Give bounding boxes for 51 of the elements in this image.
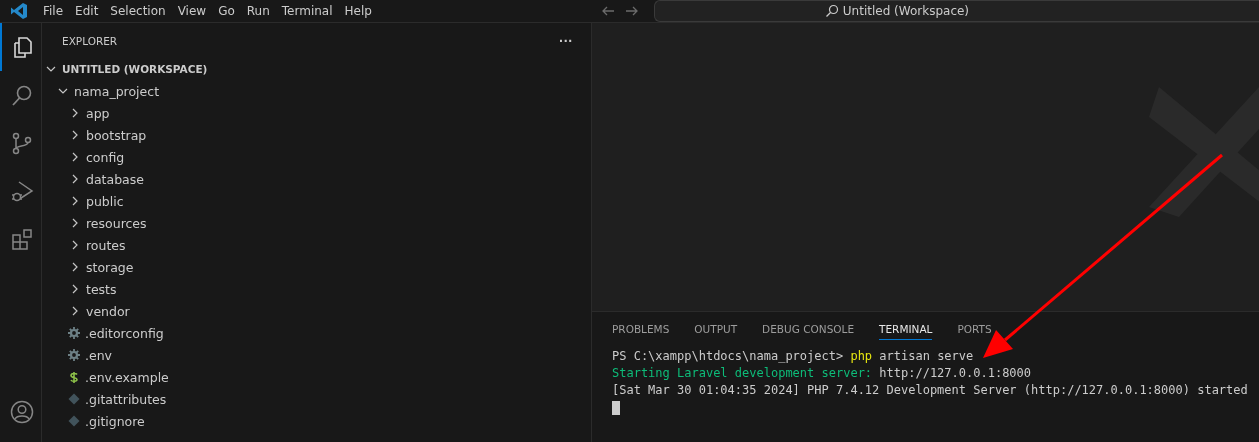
tree-item[interactable]: .env <box>42 344 591 366</box>
tree-item[interactable]: resources <box>42 212 591 234</box>
tree-item[interactable]: nama_project <box>42 80 591 102</box>
panel-tab[interactable]: PROBLEMS <box>612 318 670 340</box>
search-icon <box>824 4 839 18</box>
tree-item[interactable]: vendor <box>42 300 591 322</box>
tree-item[interactable]: .editorconfig <box>42 322 591 344</box>
extensions-icon <box>9 227 34 251</box>
command-center[interactable]: Untitled (Workspace) <box>653 0 1259 22</box>
explorer-title: EXPLORER <box>62 34 118 47</box>
diamond-icon <box>68 393 80 405</box>
menu-item[interactable]: Selection <box>104 4 172 18</box>
menu-item[interactable]: View <box>171 4 213 18</box>
dollar-icon <box>68 371 80 383</box>
tree-item[interactable]: database <box>42 168 591 190</box>
tree-item[interactable]: app <box>42 102 591 124</box>
tree-item[interactable]: tests <box>42 278 591 300</box>
back-arrow-icon <box>600 4 615 18</box>
terminal-line: [Sat Mar 30 01:04:35 2024] PHP 7.4.12 Development Server (http://127.0.0.1:8000) started <box>612 382 1248 399</box>
panel-tab[interactable]: TERMINAL <box>879 318 933 340</box>
app-logo-icon <box>10 2 28 20</box>
tree-item[interactable]: .gitignore <box>42 410 591 432</box>
search-icon <box>9 83 34 107</box>
run-debug-icon <box>9 179 34 203</box>
more-actions-button[interactable]: ··· <box>559 32 573 49</box>
menu-item[interactable]: Help <box>338 4 378 18</box>
tree-item[interactable]: config <box>42 146 591 168</box>
terminal-line: Starting Laravel development server: http://127.0.0.1:8000 <box>612 365 1032 382</box>
menu-item[interactable]: Terminal <box>275 4 339 18</box>
menu-item[interactable]: Run <box>240 4 276 18</box>
diamond-icon <box>68 415 80 427</box>
gear-icon <box>68 327 80 339</box>
panel-tab[interactable]: OUTPUT <box>694 318 738 340</box>
menu-item[interactable]: Go <box>212 4 241 18</box>
gear-icon <box>68 349 80 361</box>
terminal-cursor <box>612 401 620 415</box>
menu-item[interactable]: Edit <box>69 4 105 18</box>
panel-tab[interactable]: PORTS <box>957 318 992 340</box>
tree-item[interactable]: .env.example <box>42 366 591 388</box>
menu-item[interactable]: File <box>37 4 70 18</box>
forward-arrow-icon <box>624 4 639 18</box>
tree-item[interactable]: bootstrap <box>42 124 591 146</box>
workspace-title: Untitled (Workspace) <box>842 4 970 18</box>
tree-item[interactable]: storage <box>42 256 591 278</box>
tree-item[interactable]: UNTITLED (WORKSPACE) <box>42 58 591 80</box>
tree-item[interactable]: routes <box>42 234 591 256</box>
terminal-line: PS C:\xampp\htdocs\nama_project> php artisan serve <box>612 348 974 365</box>
tree-item[interactable]: .gitattributes <box>42 388 591 410</box>
tree-item[interactable]: public <box>42 190 591 212</box>
panel-tab[interactable]: DEBUG CONSOLE <box>762 318 855 340</box>
account-icon <box>9 400 34 424</box>
